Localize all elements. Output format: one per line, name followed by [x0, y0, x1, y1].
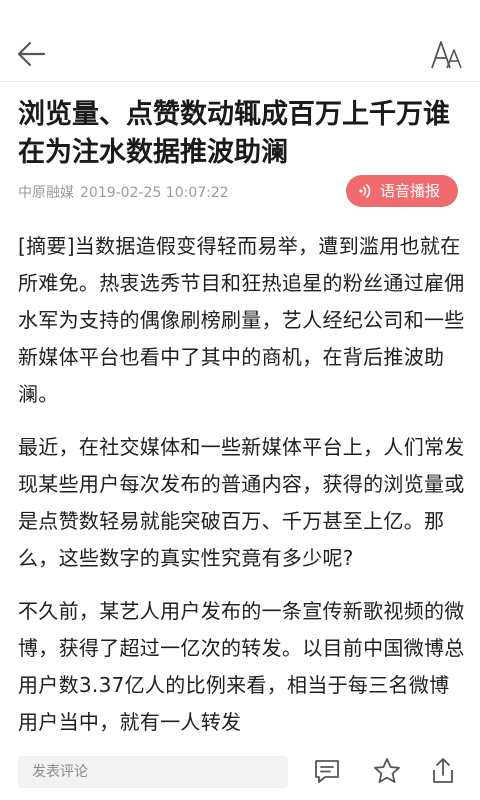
- star-icon: [374, 758, 400, 783]
- top-bar: [0, 0, 480, 82]
- article-body: [摘要]当数据造假变得轻而易举，遭到滥用也就在所难免。热衷选秀节目和狂热追星的粉…: [18, 228, 466, 738]
- article-datetime: 2019-02-25 10:07:22: [80, 185, 229, 201]
- article-paragraph: 不久前，某艺人用户发布的一条宣传新歌视频的微博，获得了超过一亿次的转发。以目前中…: [18, 599, 465, 734]
- article-meta: 中原融媒 2019-02-25 10:07:22: [18, 182, 229, 202]
- bottom-bar: 发表评论: [0, 740, 480, 800]
- back-button[interactable]: [14, 34, 54, 74]
- arrow-left-icon: [17, 41, 46, 67]
- comment-input[interactable]: 发表评论: [18, 756, 288, 788]
- tts-button[interactable]: 语音播报: [346, 175, 458, 207]
- favorite-button[interactable]: [372, 756, 402, 786]
- comment-icon: [315, 760, 339, 783]
- sound-wave-icon: [359, 184, 371, 198]
- article-paragraph: [摘要]当数据造假变得轻而易举，遭到滥用也就在所难免。热衷选秀节目和狂热追星的粉…: [18, 234, 465, 406]
- font-size-icon: [431, 41, 462, 69]
- article-title: 浏览量、点赞数动辄成百万上千万谁在为注水数据推波助澜: [18, 99, 450, 168]
- article-paragraph: 最近，在社交媒体和一些新媒体平台上，人们常发现某些用户每次发布的普通内容，获得的…: [18, 435, 465, 570]
- tts-label: 语音播报: [380, 182, 441, 200]
- comments-button[interactable]: [312, 756, 342, 786]
- share-icon: [433, 758, 453, 783]
- share-button[interactable]: [428, 756, 458, 786]
- font-size-button[interactable]: [430, 38, 464, 72]
- article-source: 中原融媒: [18, 185, 74, 201]
